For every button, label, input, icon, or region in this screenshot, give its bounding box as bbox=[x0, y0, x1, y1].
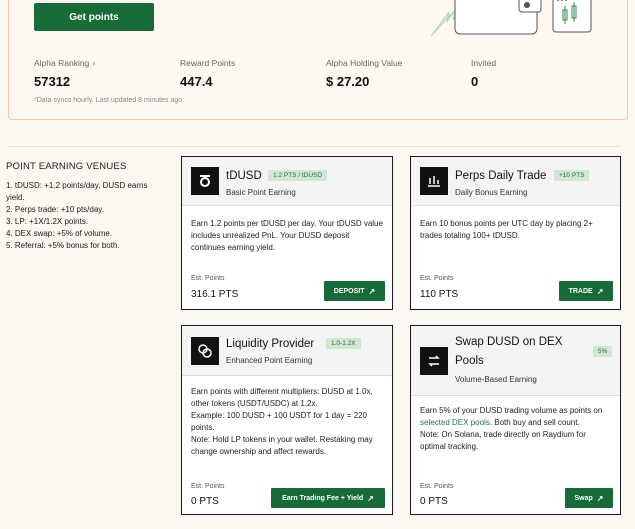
stat-value: 447.4 bbox=[180, 74, 213, 89]
arrow-up-right-icon: ↗ bbox=[367, 493, 374, 503]
card-badge: +10 PTS bbox=[554, 170, 590, 181]
button-label: Swap bbox=[574, 494, 593, 502]
stat-alpha-holding-value: Alpha Holding Value $ 27.20 bbox=[326, 58, 402, 89]
wallet-illustration-icon bbox=[430, 0, 592, 37]
trade-button[interactable]: TRADE ↗ bbox=[559, 281, 613, 301]
card-subtitle: Enhanced Point Earning bbox=[226, 356, 313, 365]
card-header: Liquidity Provider 1.0-1.2X Enhanced Poi… bbox=[182, 326, 392, 376]
arrow-up-right-icon: ↗ bbox=[596, 286, 604, 296]
card-badge: 5% bbox=[593, 346, 613, 357]
description-line: Earn points with different multipliers: … bbox=[191, 387, 373, 408]
venue-list-item: 2. Perps trade: +10 pts/day. bbox=[6, 205, 104, 214]
stat-invited: Invited 0 bbox=[471, 58, 496, 89]
stat-alpha-ranking[interactable]: Alpha Ranking › 57312 bbox=[34, 58, 95, 89]
liquidity-coins-icon bbox=[191, 337, 219, 365]
card-header: tDUSD 1.2 PTS / tDUSD Basic Point Earnin… bbox=[182, 157, 392, 206]
button-label: Earn Trading Fee + Yield bbox=[282, 494, 364, 502]
venue-list-item: 5. Referral: +5% bonus for both. bbox=[6, 241, 120, 250]
tdusd-logo-icon bbox=[191, 167, 219, 195]
card-header: Perps Daily Trade +10 PTS Daily Bonus Ea… bbox=[411, 157, 620, 206]
stat-label: Reward Points bbox=[180, 58, 236, 68]
sync-note: *Data syncs hourly. Last updated 8 minut… bbox=[34, 97, 183, 104]
card-title: tDUSD bbox=[226, 170, 262, 182]
card-title: Perps Daily Trade bbox=[455, 170, 547, 182]
est-points-label: Est. Points bbox=[420, 483, 454, 490]
deposit-button[interactable]: DEPOSIT ↗ bbox=[324, 281, 385, 301]
swap-button[interactable]: Swap ↗ bbox=[565, 488, 613, 508]
earn-trading-fee-button[interactable]: Earn Trading Fee + Yield ↗ bbox=[271, 488, 385, 508]
get-points-button[interactable]: Get points bbox=[34, 3, 154, 31]
venue-list-item: 1. tDUSD: +1.2 points/day, DUSD earns yi… bbox=[6, 181, 148, 202]
stat-label: Invited bbox=[471, 58, 497, 68]
card-badge: 1.2 PTS / tDUSD bbox=[268, 170, 328, 181]
card-header: Swap DUSD on DEX Pools 5% Volume-Based E… bbox=[411, 326, 620, 396]
swap-arrows-icon bbox=[420, 347, 448, 375]
venue-list-item: 4. DEX swap: +5% of volume. bbox=[6, 229, 113, 238]
chevron-right-icon: › bbox=[92, 58, 96, 68]
est-points-value: 0 PTS bbox=[191, 496, 219, 507]
section-divider bbox=[8, 146, 620, 147]
est-points-value: 0 PTS bbox=[420, 496, 448, 507]
venue-card-tdusd: tDUSD 1.2 PTS / tDUSD Basic Point Earnin… bbox=[181, 156, 393, 310]
card-subtitle: Basic Point Earning bbox=[226, 188, 296, 197]
stat-label: Alpha Holding Value bbox=[326, 58, 403, 68]
stat-value: 0 bbox=[471, 74, 479, 89]
card-description: Earn points with different multipliers: … bbox=[191, 386, 383, 458]
stat-value: 57312 bbox=[34, 74, 71, 89]
est-points-value: 316.1 PTS bbox=[191, 289, 239, 300]
est-points-label: Est. Points bbox=[420, 275, 454, 282]
arrow-up-right-icon: ↗ bbox=[368, 286, 376, 296]
card-subtitle: Volume-Based Earning bbox=[455, 375, 537, 384]
perps-chart-icon bbox=[420, 167, 448, 195]
card-title: Liquidity Provider bbox=[226, 338, 315, 350]
venue-card-swap: Swap DUSD on DEX Pools 5% Volume-Based E… bbox=[410, 325, 621, 515]
card-title-line1: Swap DUSD on DEX bbox=[455, 336, 563, 348]
card-subtitle: Daily Bonus Earning bbox=[455, 188, 528, 197]
description-line: Example: 100 DUSD + 100 USDT for 1 day =… bbox=[191, 411, 367, 432]
dex-pools-link[interactable]: selected DEX pools bbox=[420, 418, 490, 427]
description-note: Note: On Solana, trade directly on Raydi… bbox=[420, 430, 586, 451]
venues-list: 1. tDUSD: +1.2 points/day, DUSD earns yi… bbox=[6, 180, 156, 252]
venue-card-liquidity: Liquidity Provider 1.0-1.2X Enhanced Poi… bbox=[181, 325, 393, 515]
venue-list-item: 3. LP: +1X/1.2X points. bbox=[6, 217, 89, 226]
est-points-label: Est. Points bbox=[191, 275, 225, 282]
stat-value: $ 27.20 bbox=[326, 74, 370, 89]
card-description: Earn 5% of your DUSD trading volume as p… bbox=[420, 405, 611, 453]
card-description: Earn 1.2 points per tDUSD per day. Your … bbox=[191, 219, 383, 252]
description-text: Earn 5% of your DUSD trading volume as p… bbox=[420, 406, 603, 415]
stat-label: Alpha Ranking bbox=[34, 58, 90, 68]
stat-reward-points: Reward Points 447.4 bbox=[180, 58, 235, 89]
est-points-label: Est. Points bbox=[191, 483, 225, 490]
button-label: TRADE bbox=[568, 287, 593, 295]
est-points-value: 110 PTS bbox=[420, 289, 459, 300]
card-title-line2: Pools bbox=[455, 355, 484, 367]
button-label: DEPOSIT bbox=[333, 287, 365, 295]
description-text: . Both buy and sell count. bbox=[489, 418, 580, 427]
description-line: Note: Hold LP tokens in your wallet. Res… bbox=[191, 435, 373, 456]
points-summary-card: Get points Alpha Ranking › 57312 Reward P… bbox=[8, 0, 628, 120]
arrow-up-right-icon: ↗ bbox=[596, 493, 604, 503]
card-badge: 1.0-1.2X bbox=[326, 338, 361, 349]
card-description: Earn 10 bonus points per UTC day by plac… bbox=[420, 219, 593, 240]
venues-title: POINT EARNING VENUES bbox=[6, 161, 127, 172]
venue-card-perps: Perps Daily Trade +10 PTS Daily Bonus Ea… bbox=[410, 156, 621, 310]
